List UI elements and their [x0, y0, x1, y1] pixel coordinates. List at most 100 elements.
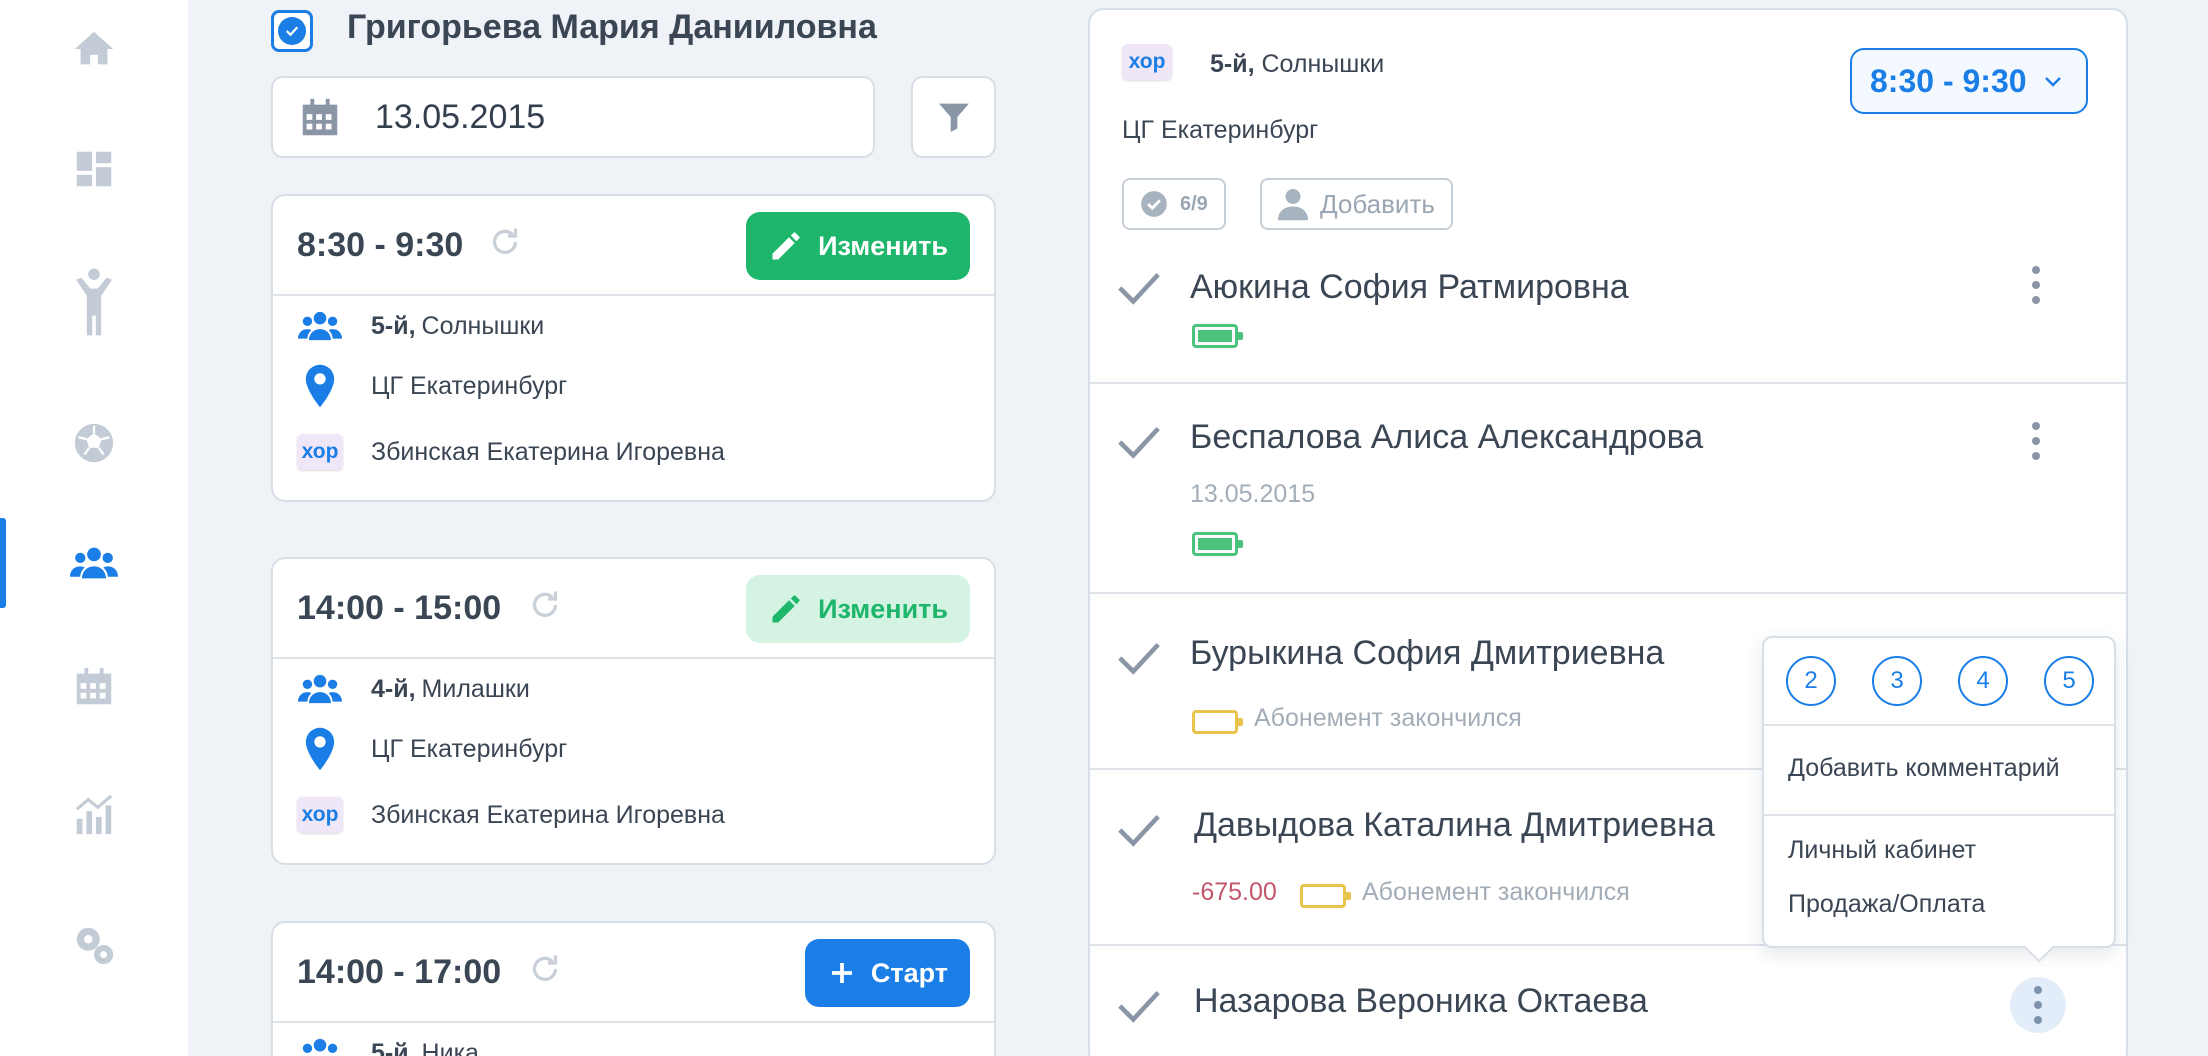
start-button[interactable]: Старт	[804, 939, 970, 1007]
student-row[interactable]: Аюкина София Ратмировна	[1090, 246, 2126, 384]
grade-option[interactable]: 4	[1958, 656, 2008, 706]
lesson-card[interactable]: 14:00 - 17:00 Старт 5-й, Ника	[271, 921, 996, 1056]
menu-item-sale[interactable]: Продажа/Оплата	[1788, 890, 1985, 919]
refresh-icon[interactable]	[527, 587, 563, 623]
date-picker[interactable]: 13.05.2015	[271, 76, 875, 158]
check-icon[interactable]	[1116, 268, 1162, 308]
check-icon[interactable]	[1116, 638, 1162, 678]
group-name: Солнышки	[1261, 50, 1385, 78]
refresh-icon[interactable]	[487, 224, 523, 260]
edit-button-label: Изменить	[818, 593, 948, 624]
refresh-icon[interactable]	[527, 951, 563, 987]
group-name: Милашки	[421, 674, 530, 703]
more-vertical-button-active[interactable]	[2010, 977, 2066, 1033]
nav-dashboard[interactable]	[0, 124, 188, 214]
panel-location: ЦГ Екатеринбург	[1122, 116, 1319, 144]
pencil-icon	[772, 232, 800, 260]
nav-analytics[interactable]	[0, 770, 188, 860]
group-icon	[302, 1038, 338, 1053]
edit-button[interactable]: Изменить	[746, 212, 970, 280]
lesson-time: 8:30 - 9:30	[297, 226, 464, 264]
select-all-checkbox[interactable]	[271, 10, 313, 52]
grade-selector: 2 3 4 5	[1764, 638, 2114, 726]
chevron-down-icon	[2044, 77, 2061, 87]
more-vertical-icon[interactable]	[2032, 422, 2040, 460]
check-icon[interactable]	[1116, 986, 1162, 1026]
location-pin-icon	[305, 727, 335, 771]
start-button-label: Старт	[870, 957, 948, 988]
check-icon[interactable]	[1116, 422, 1162, 462]
pencil-icon	[772, 595, 800, 623]
menu-item-add-comment[interactable]: Добавить комментарий	[1788, 754, 2060, 783]
group-icon	[298, 311, 342, 341]
group-icon	[298, 674, 342, 704]
subscription-status: Абонемент закончился	[1254, 704, 1522, 732]
filter-button[interactable]	[911, 76, 996, 158]
athlete-icon	[76, 268, 112, 336]
subject-tag: хор	[297, 434, 343, 470]
location-pin-icon	[305, 364, 335, 408]
add-student-button[interactable]: Добавить	[1260, 178, 1453, 230]
subscription-active-icon	[1192, 324, 1243, 348]
group-number: 5-й,	[1210, 50, 1255, 78]
more-vertical-icon	[2034, 986, 2042, 1024]
student-name: Давыдова Каталина Дмитриевна	[1194, 806, 1715, 844]
check-icon[interactable]	[1116, 810, 1162, 850]
date-value: 13.05.2015	[375, 98, 546, 136]
subject-tag: хор	[297, 797, 343, 833]
lesson-group: 5-й, Ника	[297, 1037, 479, 1056]
menu-item-profile[interactable]: Личный кабинет	[1788, 836, 1976, 865]
subscription-active-icon	[1192, 532, 1243, 556]
user-icon	[1278, 189, 1308, 221]
nav-groups[interactable]	[0, 518, 188, 608]
lesson-card[interactable]: 14:00 - 15:00 Изменить 4-й, Милашки ЦГ Ек…	[271, 557, 996, 865]
subscription-expired-icon	[1300, 884, 1351, 908]
teacher-name: Збинская Екатерина Игоревна	[371, 800, 725, 829]
lesson-group: 5-й, Солнышки	[297, 310, 544, 342]
nav-settings[interactable]	[0, 900, 188, 990]
nav-home[interactable]	[0, 4, 188, 94]
student-name: Беспалова Алиса Александрова	[1190, 418, 1704, 456]
more-vertical-icon[interactable]	[2032, 266, 2040, 304]
location-name: ЦГ Екатеринбург	[371, 734, 568, 763]
lesson-card[interactable]: 8:30 - 9:30 Изменить 5-й, Солнышки ЦГ Ека…	[271, 194, 996, 502]
calendar-icon	[302, 98, 338, 136]
grade-option[interactable]: 2	[1786, 656, 1836, 706]
time-select-value: 8:30 - 9:30	[1870, 62, 2027, 99]
sidebar	[0, 0, 188, 1056]
lesson-location: ЦГ Екатеринбург	[297, 364, 567, 408]
group-number: 4-й,	[371, 674, 416, 703]
student-row[interactable]: Назарова Вероника Октаева	[1090, 946, 2126, 1056]
nav-athletes[interactable]	[0, 258, 188, 348]
edit-button[interactable]: Изменить	[746, 575, 970, 643]
nav-calendar[interactable]	[0, 642, 188, 732]
lesson-teacher: хор Збинская Екатерина Игоревна	[297, 434, 725, 470]
group-name: Солнышки	[421, 311, 545, 340]
student-name: Назарова Вероника Октаева	[1194, 982, 1648, 1020]
add-student-label: Добавить	[1320, 188, 1435, 219]
group-number: 5-й,	[371, 1038, 416, 1056]
lesson-card-header: 14:00 - 15:00 Изменить	[273, 559, 994, 659]
grade-option[interactable]: 5	[2044, 656, 2094, 706]
student-row[interactable]: Беспалова Алиса Александрова 13.05.2015	[1090, 384, 2126, 594]
lesson-location: ЦГ Екатеринбург	[297, 727, 567, 771]
settings-icon	[76, 927, 114, 965]
nav-sport[interactable]	[0, 398, 188, 488]
subject-tag: хор	[1122, 44, 1172, 80]
dashboard-icon	[76, 151, 112, 187]
lesson-card-header: 14:00 - 17:00 Старт	[273, 923, 994, 1023]
filter-icon	[938, 103, 969, 132]
trainer-name: Григорьева Мария Данииловна	[347, 8, 877, 46]
lesson-time: 14:00 - 17:00	[297, 953, 502, 991]
attendance-count: 6/9	[1180, 192, 1208, 215]
time-select-dropdown[interactable]: 8:30 - 9:30	[1850, 48, 2088, 114]
location-name: ЦГ Екатеринбург	[371, 371, 568, 400]
grade-option[interactable]: 3	[1872, 656, 1922, 706]
lesson-group: 4-й, Милашки	[297, 673, 530, 705]
check-icon	[278, 17, 306, 45]
lesson-card-header: 8:30 - 9:30 Изменить	[273, 196, 994, 296]
student-name: Аюкина София Ратмировна	[1190, 268, 1629, 306]
student-date: 13.05.2015	[1190, 480, 1316, 508]
student-context-menu: 2 3 4 5 Добавить комментарий Личный каби…	[1762, 636, 2116, 948]
lesson-time: 14:00 - 15:00	[297, 589, 502, 627]
